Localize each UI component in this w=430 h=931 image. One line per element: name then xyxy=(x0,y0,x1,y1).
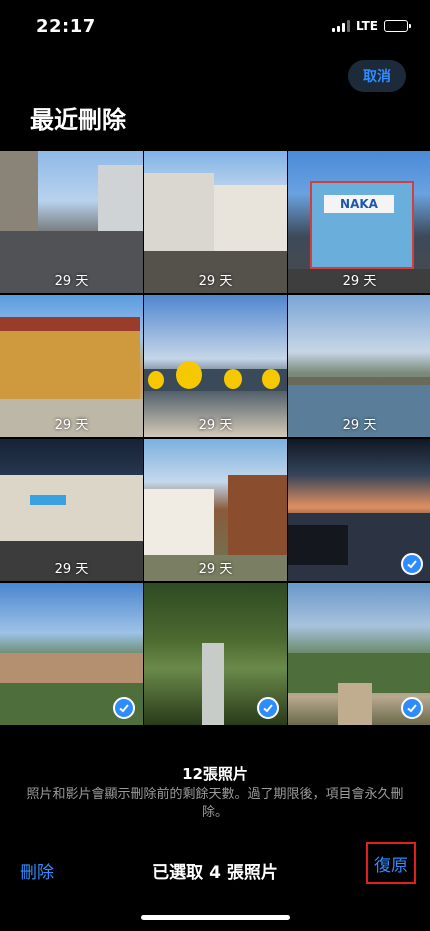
status-bar: 22:17 LTE xyxy=(0,0,430,52)
photo-grid: 29 天 29 天 NAKA 29 天 29 天 29 天 29 天 29 天 xyxy=(0,151,430,725)
cellular-signal-icon xyxy=(331,20,350,32)
photo-thumbnail[interactable] xyxy=(288,439,430,581)
days-remaining: 29 天 xyxy=(342,418,377,433)
photo-thumbnail[interactable]: 29 天 xyxy=(144,439,287,581)
battery-icon xyxy=(384,20,411,32)
deletion-note: 照片和影片會顯示刪除前的剩餘天數。過了期限後，項目會永久刪除。 xyxy=(26,787,404,820)
delete-button[interactable]: 刪除 xyxy=(20,858,54,883)
selected-check-icon[interactable] xyxy=(257,697,279,719)
days-remaining: 29 天 xyxy=(54,562,89,577)
days-remaining: 29 天 xyxy=(198,418,233,433)
photo-thumbnail[interactable]: 29 天 xyxy=(144,295,287,437)
photo-thumbnail[interactable] xyxy=(144,583,287,725)
days-remaining: 29 天 xyxy=(198,562,233,577)
photo-thumbnail[interactable] xyxy=(0,583,143,725)
selected-check-icon[interactable] xyxy=(401,697,423,719)
photo-thumbnail[interactable] xyxy=(288,583,430,725)
home-indicator[interactable] xyxy=(141,915,290,920)
status-indicators: LTE xyxy=(331,19,411,33)
photo-thumbnail[interactable]: 29 天 xyxy=(0,439,143,581)
photo-count: 12張照片 xyxy=(182,765,248,783)
network-type: LTE xyxy=(355,19,378,33)
photo-thumbnail[interactable]: 29 天 xyxy=(0,151,143,293)
days-remaining: 29 天 xyxy=(342,274,377,289)
selected-check-icon[interactable] xyxy=(113,697,135,719)
cancel-button[interactable]: 取消 xyxy=(348,60,406,92)
selected-check-icon[interactable] xyxy=(401,553,423,575)
naka-sign: NAKA xyxy=(324,195,394,213)
restore-button[interactable]: 復原 xyxy=(366,842,416,884)
page-title: 最近刪除 xyxy=(30,106,126,134)
photo-thumbnail[interactable]: NAKA 29 天 xyxy=(288,151,430,293)
photo-thumbnail[interactable]: 29 天 xyxy=(144,151,287,293)
days-remaining: 29 天 xyxy=(54,274,89,289)
clock-time: 22:17 xyxy=(36,16,96,37)
days-remaining: 29 天 xyxy=(198,274,233,289)
photo-thumbnail[interactable]: 29 天 xyxy=(0,295,143,437)
days-remaining: 29 天 xyxy=(54,418,89,433)
photo-thumbnail[interactable]: 29 天 xyxy=(288,295,430,437)
